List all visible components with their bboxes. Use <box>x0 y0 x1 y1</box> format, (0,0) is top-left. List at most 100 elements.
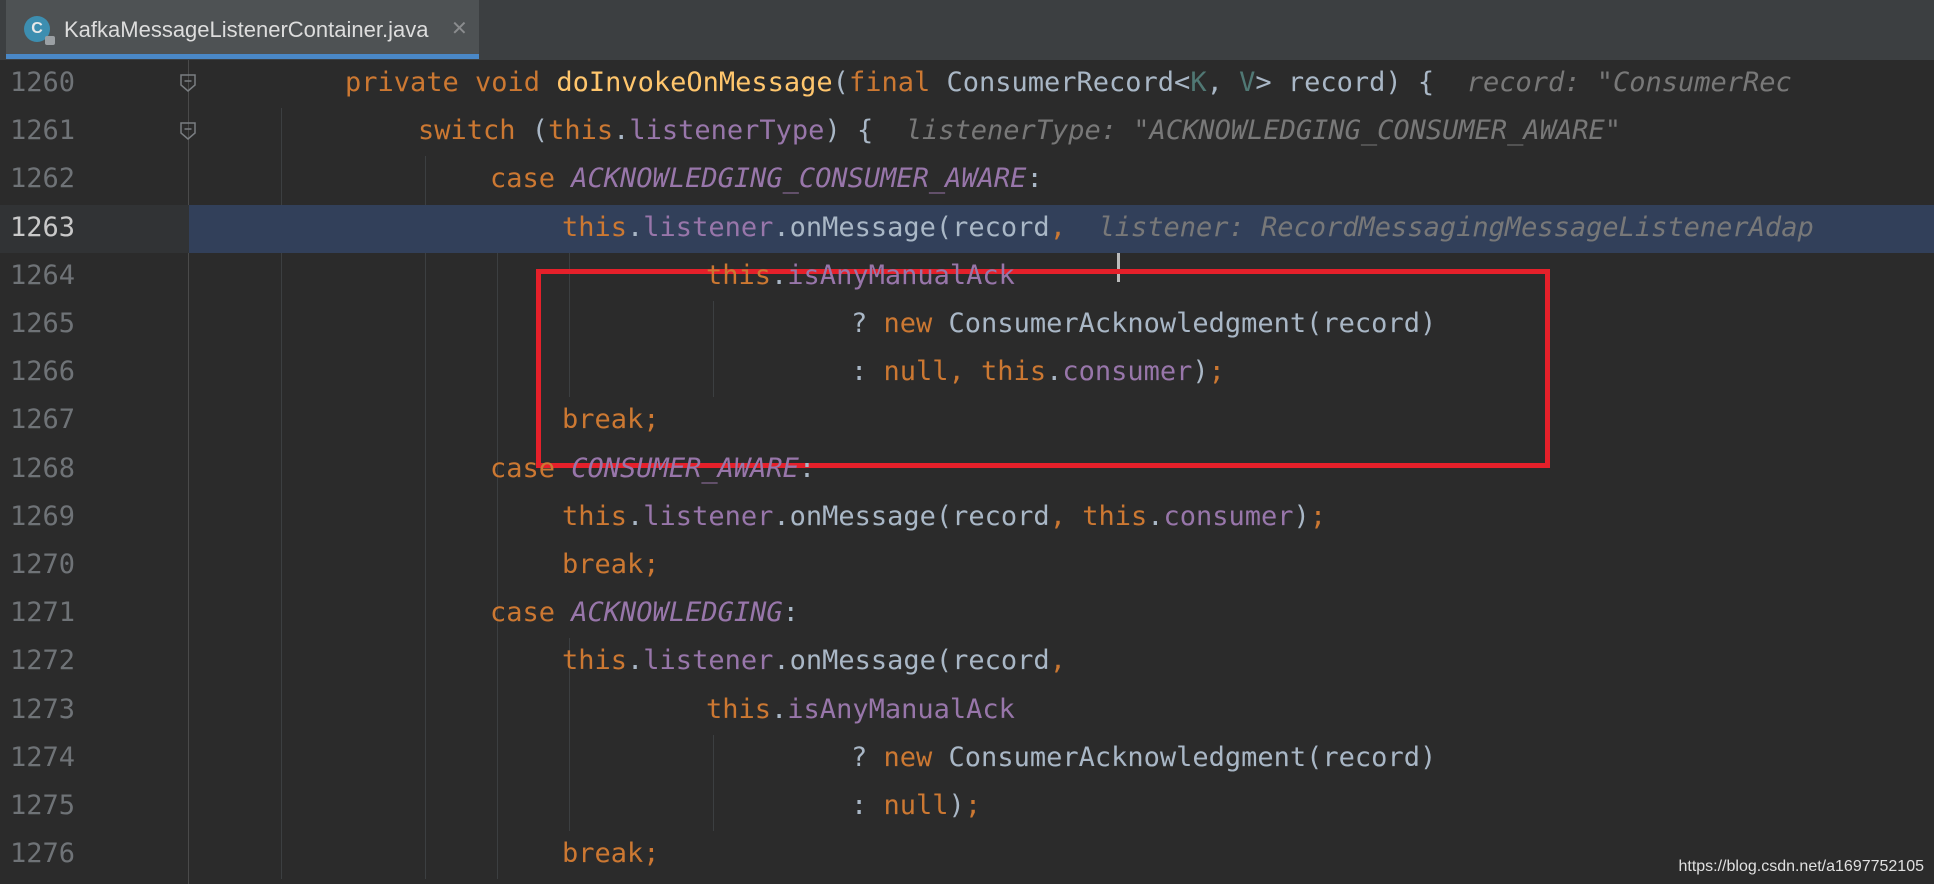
code-token: : <box>782 597 799 629</box>
code-token: ) <box>1293 500 1310 532</box>
code-text: : null); <box>851 790 981 821</box>
line-number: 1267 <box>10 404 76 436</box>
fold-icon[interactable] <box>180 74 196 92</box>
code-token: final <box>848 67 947 98</box>
code-line[interactable]: 1276 break; <box>0 831 1934 879</box>
code-text: case CONSUMER_AWARE: <box>490 453 815 484</box>
java-class-icon: C <box>24 16 55 45</box>
code-line[interactable]: 1272 this.listener.onMessage(record, <box>0 638 1934 686</box>
line-number: 1262 <box>10 163 76 195</box>
code-line[interactable]: 1275 : null); <box>0 783 1934 831</box>
code-token: ConsumerAcknowledgment(record) <box>948 308 1437 339</box>
code-token: CONSUMER_AWARE <box>571 452 799 484</box>
code-text: : null, this.consumer); <box>851 356 1225 387</box>
watermark: https://blog.csdn.net/a1697752105 <box>1678 858 1924 875</box>
code-token: case <box>490 163 572 195</box>
code-token: .onMessage(record <box>773 645 1050 677</box>
code-token: this <box>562 211 628 243</box>
code-line[interactable]: 1268 case CONSUMER_AWARE: <box>0 446 1934 494</box>
code-line[interactable]: 1265 ? new ConsumerAcknowledgment(record) <box>0 301 1934 349</box>
code-text: case ACKNOWLEDGING: <box>490 597 799 628</box>
code-text: this.listener.onMessage(record, listener… <box>562 212 1814 243</box>
code-token: consumer <box>1163 500 1294 532</box>
close-icon[interactable]: ✕ <box>451 16 468 41</box>
inline-debug-hint: record: "ConsumerRec <box>1434 67 1792 98</box>
code-text: ? new ConsumerAcknowledgment(record) <box>851 308 1436 339</box>
code-token: ; <box>1309 500 1327 532</box>
code-line[interactable]: 1261 switch (this.listenerType) { listene… <box>0 108 1934 156</box>
code-token: ) <box>948 790 965 821</box>
code-text: break; <box>562 549 660 580</box>
line-number: 1272 <box>10 645 76 677</box>
code-editor[interactable]: 1260 private void doInvokeOnMessage(final… <box>0 60 1934 884</box>
code-token: consumer <box>1062 356 1193 388</box>
code-line[interactable]: 1264 this.isAnyManualAck <box>0 253 1934 301</box>
file-tab[interactable]: C KafkaMessageListenerContainer.java ✕ <box>6 0 479 59</box>
line-number: 1269 <box>10 500 76 532</box>
fold-icon[interactable] <box>180 122 196 141</box>
code-token: doInvokeOnMessage <box>556 67 833 98</box>
code-token: ConsumerAcknowledgment(record) <box>948 741 1437 773</box>
code-line[interactable]: 1263 this.listener.onMessage(record, list… <box>0 204 1934 253</box>
code-token: ; <box>964 790 982 821</box>
code-token: . <box>627 500 644 532</box>
code-token: . <box>627 645 644 677</box>
code-token: new <box>883 308 949 339</box>
code-text: this.isAnyManualAck <box>706 694 1015 725</box>
code-token: . <box>1046 356 1063 388</box>
code-token: , <box>1049 645 1066 677</box>
code-token: this <box>706 693 772 725</box>
code-text: this.listener.onMessage(record, this.con… <box>562 501 1326 532</box>
code-line[interactable]: 1267 break; <box>0 397 1934 445</box>
code-token: switch <box>418 115 532 147</box>
tab-title: KafkaMessageListenerContainer.java <box>64 17 429 42</box>
line-number: 1265 <box>10 308 76 339</box>
code-token: . <box>627 211 644 243</box>
code-token: : <box>851 356 884 388</box>
code-token: listenerType <box>629 115 825 147</box>
line-number: 1263 <box>10 211 76 243</box>
code-text: break; <box>562 404 660 435</box>
code-token: : <box>1026 163 1043 195</box>
code-token: ) <box>1192 356 1209 388</box>
code-token: ACKNOWLEDGING_CONSUMER_AWARE <box>571 163 1027 195</box>
code-token: listener <box>643 500 774 532</box>
code-token: V <box>1239 67 1256 98</box>
code-text: switch (this.listenerType) { listenerTyp… <box>418 115 1621 146</box>
code-text: private void doInvokeOnMessage(final Con… <box>345 67 1792 98</box>
code-text: case ACKNOWLEDGING_CONSUMER_AWARE: <box>490 163 1043 194</box>
code-token: private void <box>345 67 557 98</box>
code-line[interactable]: 1269 this.listener.onMessage(record, this… <box>0 494 1934 542</box>
line-number: 1264 <box>10 259 76 291</box>
line-number: 1268 <box>10 452 76 484</box>
code-token: , this <box>1049 500 1148 532</box>
code-line[interactable]: 1271 case ACKNOWLEDGING: <box>0 590 1934 638</box>
line-number: 1276 <box>10 838 76 870</box>
line-number: 1275 <box>10 790 76 821</box>
line-number: 1266 <box>10 356 76 388</box>
inline-debug-hint: listener: RecordMessagingMessageListener… <box>1065 211 1814 243</box>
code-line[interactable]: 1262 case ACKNOWLEDGING_CONSUMER_AWARE: <box>0 156 1934 204</box>
code-text: break; <box>562 838 660 869</box>
line-number: 1270 <box>10 549 76 580</box>
lock-icon <box>45 36 55 45</box>
code-token: ACKNOWLEDGING <box>571 597 783 629</box>
code-token: null, this <box>883 356 1047 388</box>
code-token: .onMessage(record <box>773 211 1050 243</box>
code-token: . <box>771 259 788 291</box>
code-token: : <box>851 790 884 821</box>
line-number: 1274 <box>10 741 76 773</box>
code-token: this <box>562 500 628 532</box>
line-number: 1260 <box>10 67 76 98</box>
code-line[interactable]: 1266 : null, this.consumer); <box>0 349 1934 397</box>
code-token: new <box>883 741 949 773</box>
code-line[interactable]: 1274? new ConsumerAcknowledgment(record) <box>0 735 1934 783</box>
code-line[interactable]: 1273 this.isAnyManualAck <box>0 687 1934 735</box>
line-number: 1273 <box>10 693 76 725</box>
code-token: this <box>562 645 628 677</box>
code-line[interactable]: 1270 break; <box>0 542 1934 590</box>
code-line[interactable]: 1260 private void doInvokeOnMessage(final… <box>0 60 1934 108</box>
code-token: listener <box>643 645 774 677</box>
code-token: isAnyManualAck <box>787 259 1015 291</box>
code-text: this.listener.onMessage(record, <box>562 645 1066 676</box>
